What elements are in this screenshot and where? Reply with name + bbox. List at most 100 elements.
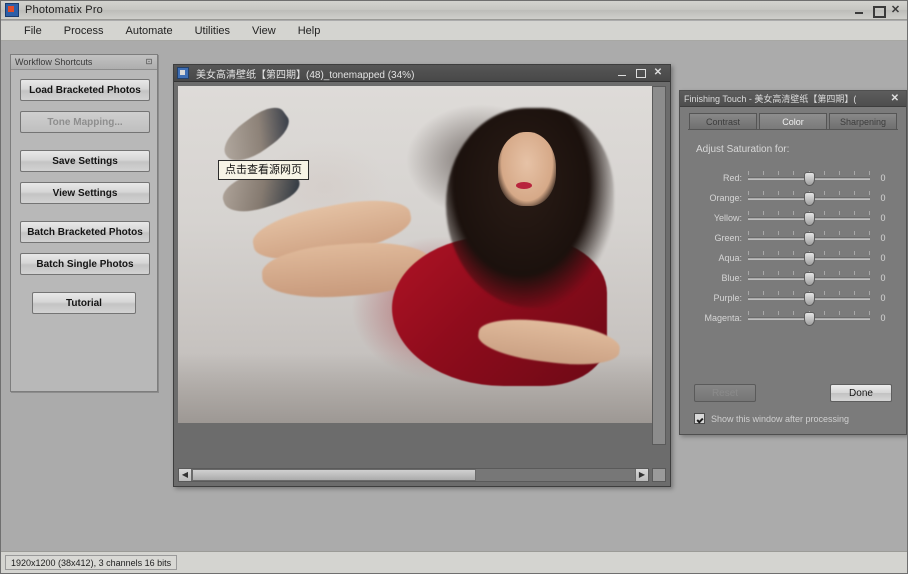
photomatix-app-window: Photomatix Pro ✕ File Process Automate U… [0,0,908,574]
photo-subject-face [498,132,556,206]
scroll-right-arrow-icon[interactable]: ▶ [635,469,648,481]
workflow-shortcuts-body: Load Bracketed Photos Tone Mapping... Sa… [11,70,157,314]
slider-value-aqua: 0 [880,252,886,263]
slider-knob-orange[interactable] [804,192,815,206]
tutorial-button[interactable]: Tutorial [32,292,136,314]
load-bracketed-photos-button[interactable]: Load Bracketed Photos [20,79,150,101]
document-close-icon[interactable]: ✕ [653,68,663,78]
show-window-after-processing-row[interactable]: Show this window after processing [694,413,892,424]
save-settings-button[interactable]: Save Settings [20,150,150,172]
slider-label-magenta: Magenta: [704,312,742,323]
slider-row-red: Red: 0 [690,168,896,187]
finishing-touch-title: Finishing Touch - 美女高清壁纸【第四期】( [684,94,857,104]
show-window-checkbox-label: Show this window after processing [711,413,850,424]
slider-knob-purple[interactable] [804,292,815,306]
slider-knob-blue[interactable] [804,272,815,286]
menubar: File Process Automate Utilities View Hel… [1,21,907,41]
slider-value-purple: 0 [880,292,886,303]
slider-row-magenta: Magenta: 0 [690,308,896,327]
workflow-shortcuts-title: Workflow Shortcuts [15,57,93,67]
photo-subject-lips [516,182,532,189]
slider-label-purple: Purple: [713,292,742,303]
document-title: 美女高清壁纸【第四期】(48)_tonemapped (34%) [196,69,415,81]
reset-button[interactable]: Reset [694,384,756,402]
document-minimize-icon[interactable] [617,68,627,78]
image-info-status: 1920x1200 (38x412), 3 channels 16 bits [5,555,178,570]
slider-knob-green[interactable] [804,232,815,246]
menu-item-automate[interactable]: Automate [114,23,183,39]
view-settings-button[interactable]: View Settings [20,182,150,204]
menu-item-help[interactable]: Help [287,23,332,39]
slider-value-yellow: 0 [880,212,886,223]
slider-track-aqua[interactable] [748,249,870,266]
menu-item-utilities[interactable]: Utilities [184,23,241,39]
document-maximize-icon[interactable] [635,68,646,78]
tab-color[interactable]: Color [759,113,827,129]
slider-knob-yellow[interactable] [804,212,815,226]
panel-pin-icon[interactable]: ⊡ [145,58,153,66]
finishing-touch-titlebar[interactable]: Finishing Touch - 美女高清壁纸【第四期】( ✕ [680,91,906,107]
slider-label-orange: Orange: [709,192,742,203]
slider-track-magenta[interactable] [748,309,870,326]
slider-row-aqua: Aqua: 0 [690,248,896,267]
scroll-left-arrow-icon[interactable]: ◀ [179,469,192,481]
done-button[interactable]: Done [830,384,892,402]
finishing-touch-actions: Reset Done [694,384,892,402]
slider-track-blue[interactable] [748,269,870,286]
minimize-icon[interactable] [854,5,865,16]
scrollbar-thumb[interactable] [192,469,476,481]
document-vertical-scrollbar[interactable] [652,86,666,445]
divider [20,143,148,150]
workflow-shortcuts-header: Workflow Shortcuts ⊡ [11,55,157,70]
scrollbar-track[interactable] [192,469,635,481]
finishing-touch-footer: Reset Done Show this window after proces… [680,384,906,434]
scrollbar-corner [652,468,666,482]
statusbar: 1920x1200 (38x412), 3 channels 16 bits [1,551,907,573]
batch-bracketed-photos-button[interactable]: Batch Bracketed Photos [20,221,150,243]
tab-contrast[interactable]: Contrast [689,113,757,129]
slider-row-yellow: Yellow: 0 [690,208,896,227]
slider-label-green: Green: [714,232,742,243]
slider-label-aqua: Aqua: [718,252,742,263]
tone-mapping-button[interactable]: Tone Mapping... [20,111,150,133]
source-page-tooltip[interactable]: 点击查看源网页 [218,160,309,180]
slider-row-purple: Purple: 0 [690,288,896,307]
slider-track-purple[interactable] [748,289,870,306]
close-icon[interactable]: ✕ [890,4,901,16]
tab-sharpening[interactable]: Sharpening [829,113,897,129]
slider-value-magenta: 0 [880,312,886,323]
app-title: Photomatix Pro [25,4,104,16]
divider [20,214,148,221]
maximize-icon[interactable] [872,5,886,18]
document-titlebar[interactable]: 美女高清壁纸【第四期】(48)_tonemapped (34%) ✕ [174,65,670,82]
slider-label-red: Red: [722,172,742,183]
image-document-icon [177,67,189,79]
slider-track-yellow[interactable] [748,209,870,226]
adjust-saturation-label: Adjust Saturation for: [696,144,790,155]
finishing-touch-tabs: Contrast Color Sharpening [680,107,906,129]
slider-knob-aqua[interactable] [804,252,815,266]
menu-item-file[interactable]: File [13,23,53,39]
slider-row-blue: Blue: 0 [690,268,896,287]
image-canvas[interactable]: 点击查看源网页 [178,86,666,445]
document-horizontal-scrollbar[interactable]: ◀ ▶ [178,468,649,482]
show-window-checkbox[interactable] [694,413,705,424]
slider-knob-magenta[interactable] [804,312,815,326]
menu-item-process[interactable]: Process [53,23,115,39]
finishing-touch-panel: Finishing Touch - 美女高清壁纸【第四期】( ✕ Contras… [679,90,907,435]
menu-item-view[interactable]: View [241,23,287,39]
slider-track-red[interactable] [748,169,870,186]
divider [20,285,148,292]
main-titlebar: Photomatix Pro ✕ [1,1,907,20]
tonemapped-photo [178,86,666,423]
main-window-controls: ✕ [854,4,901,18]
image-document-window: 美女高清壁纸【第四期】(48)_tonemapped (34%) ✕ 点击查看源… [173,64,671,487]
slider-track-orange[interactable] [748,189,870,206]
finishing-touch-close-icon[interactable]: ✕ [891,93,902,104]
slider-value-green: 0 [880,232,886,243]
slider-track-green[interactable] [748,229,870,246]
batch-single-photos-button[interactable]: Batch Single Photos [20,253,150,275]
document-window-controls: ✕ [617,68,663,78]
slider-knob-red[interactable] [804,172,815,186]
slider-value-blue: 0 [880,272,886,283]
